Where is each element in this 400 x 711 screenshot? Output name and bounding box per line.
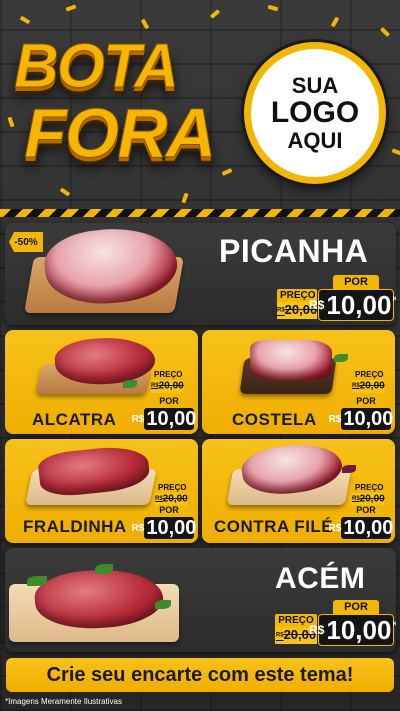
por-label: POR (350, 396, 382, 407)
preco-label: PREÇO (151, 370, 183, 380)
price-value: R$ 10,00 KG (328, 516, 395, 540)
product-card-alcatra: ALCATRA PREÇO R$20,00 POR R$ 10,00 KG (5, 330, 198, 434)
header: BOTA FORA SUA LOGO AQUI (0, 0, 400, 210)
herb (27, 576, 47, 586)
confetti (267, 4, 279, 12)
confetti (330, 16, 340, 28)
old-price: R$20,00 (352, 493, 385, 506)
costela-image (250, 340, 332, 380)
herb (155, 600, 171, 609)
confetti (59, 187, 71, 197)
por-label: POR (333, 275, 379, 289)
product-name: PICANHA (219, 233, 369, 269)
footnote: *Imagens Meramente Ilustrativas (5, 697, 122, 706)
product-card-contra-file: CONTRA FILÉ PREÇO R$20,00 POR R$ 10,00 K… (202, 439, 395, 543)
title-line-1: BOTA (14, 32, 180, 101)
herb (123, 380, 137, 388)
price-tag: POR R$ 10,00 KG (328, 396, 395, 431)
old-price-tag: PREÇO R$20,00 (155, 483, 188, 506)
price-tag: POR R$ 10,00 KG (309, 275, 396, 321)
flyer-page: BOTA FORA SUA LOGO AQUI PICANHA PREÇO R$… (0, 0, 400, 711)
product-name: ALCATRA (32, 410, 117, 429)
confetti (391, 148, 400, 156)
old-price-tag: PREÇO R$20,00 (151, 370, 184, 393)
price-value: R$ 10,00 KG (309, 614, 396, 646)
currency: R$ (309, 298, 325, 312)
preco-label: PREÇO (352, 483, 384, 493)
price-tag: POR R$ 10,00 KG (131, 505, 198, 540)
logo-placeholder: SUA LOGO AQUI (244, 42, 386, 184)
old-price-tag: PREÇO R$20,00 (352, 370, 385, 393)
product-card-acem: ACÉM PREÇO R$20,00 POR R$ 10,00 KG (5, 548, 396, 652)
price-number: 10,00 (326, 289, 392, 320)
confetti (65, 4, 77, 12)
product-name: CONTRA FILÉ (214, 517, 334, 536)
old-price: R$20,00 (151, 380, 184, 393)
herb (95, 564, 113, 574)
title-line-2: FORA (24, 94, 217, 172)
product-name: COSTELA (232, 410, 317, 429)
por-label: POR (153, 505, 185, 516)
old-price: R$20,00 (352, 380, 385, 393)
unit: KG (392, 296, 396, 303)
confetti (209, 9, 221, 19)
old-price-tag: PREÇO R$20,00 (352, 483, 385, 506)
product-name: FRALDINHA (23, 517, 127, 536)
por-label: POR (333, 600, 379, 614)
logo-text-line-1: SUA (291, 73, 339, 99)
promo-title: BOTA FORA (14, 32, 224, 186)
preco-label: PREÇO (352, 370, 384, 380)
product-card-costela: COSTELA PREÇO R$20,00 POR R$ 10,00 KG (202, 330, 395, 434)
old-price: R$20,00 (155, 493, 188, 506)
price-value: R$ 10,00 KG (309, 289, 396, 321)
product-name: ACÉM (275, 562, 366, 595)
logo-text-line-2: LOGO (270, 96, 360, 130)
price-value: R$ 10,00 KG (328, 407, 395, 431)
por-label: POR (350, 505, 382, 516)
confetti (140, 18, 150, 30)
discount-badge: -50% (9, 232, 43, 252)
confetti (181, 192, 189, 204)
logo-text-line-3: AQUI (287, 127, 343, 153)
confetti (380, 27, 390, 37)
price-value: R$ 10,00 KG (131, 516, 198, 540)
onion (342, 465, 356, 473)
confetti (19, 15, 31, 25)
cta-banner[interactable]: Crie seu encarte com este tema! (6, 658, 394, 692)
price-value: R$ 10,00 KG (131, 407, 198, 431)
price-tag: POR R$ 10,00 KG (131, 396, 198, 431)
price-tag: POR R$ 10,00 KG (309, 600, 396, 646)
herb (334, 354, 348, 362)
product-card-fraldinha: FRALDINHA PREÇO R$20,00 POR R$ 10,00 KG (5, 439, 198, 543)
hazard-stripe-divider (0, 209, 400, 217)
preco-label: PREÇO (155, 483, 187, 493)
product-card-picanha: PICANHA PREÇO R$20,00 POR R$ 10,00 KG (5, 223, 396, 325)
por-label: POR (153, 396, 185, 407)
price-tag: POR R$ 10,00 KG (328, 505, 395, 540)
